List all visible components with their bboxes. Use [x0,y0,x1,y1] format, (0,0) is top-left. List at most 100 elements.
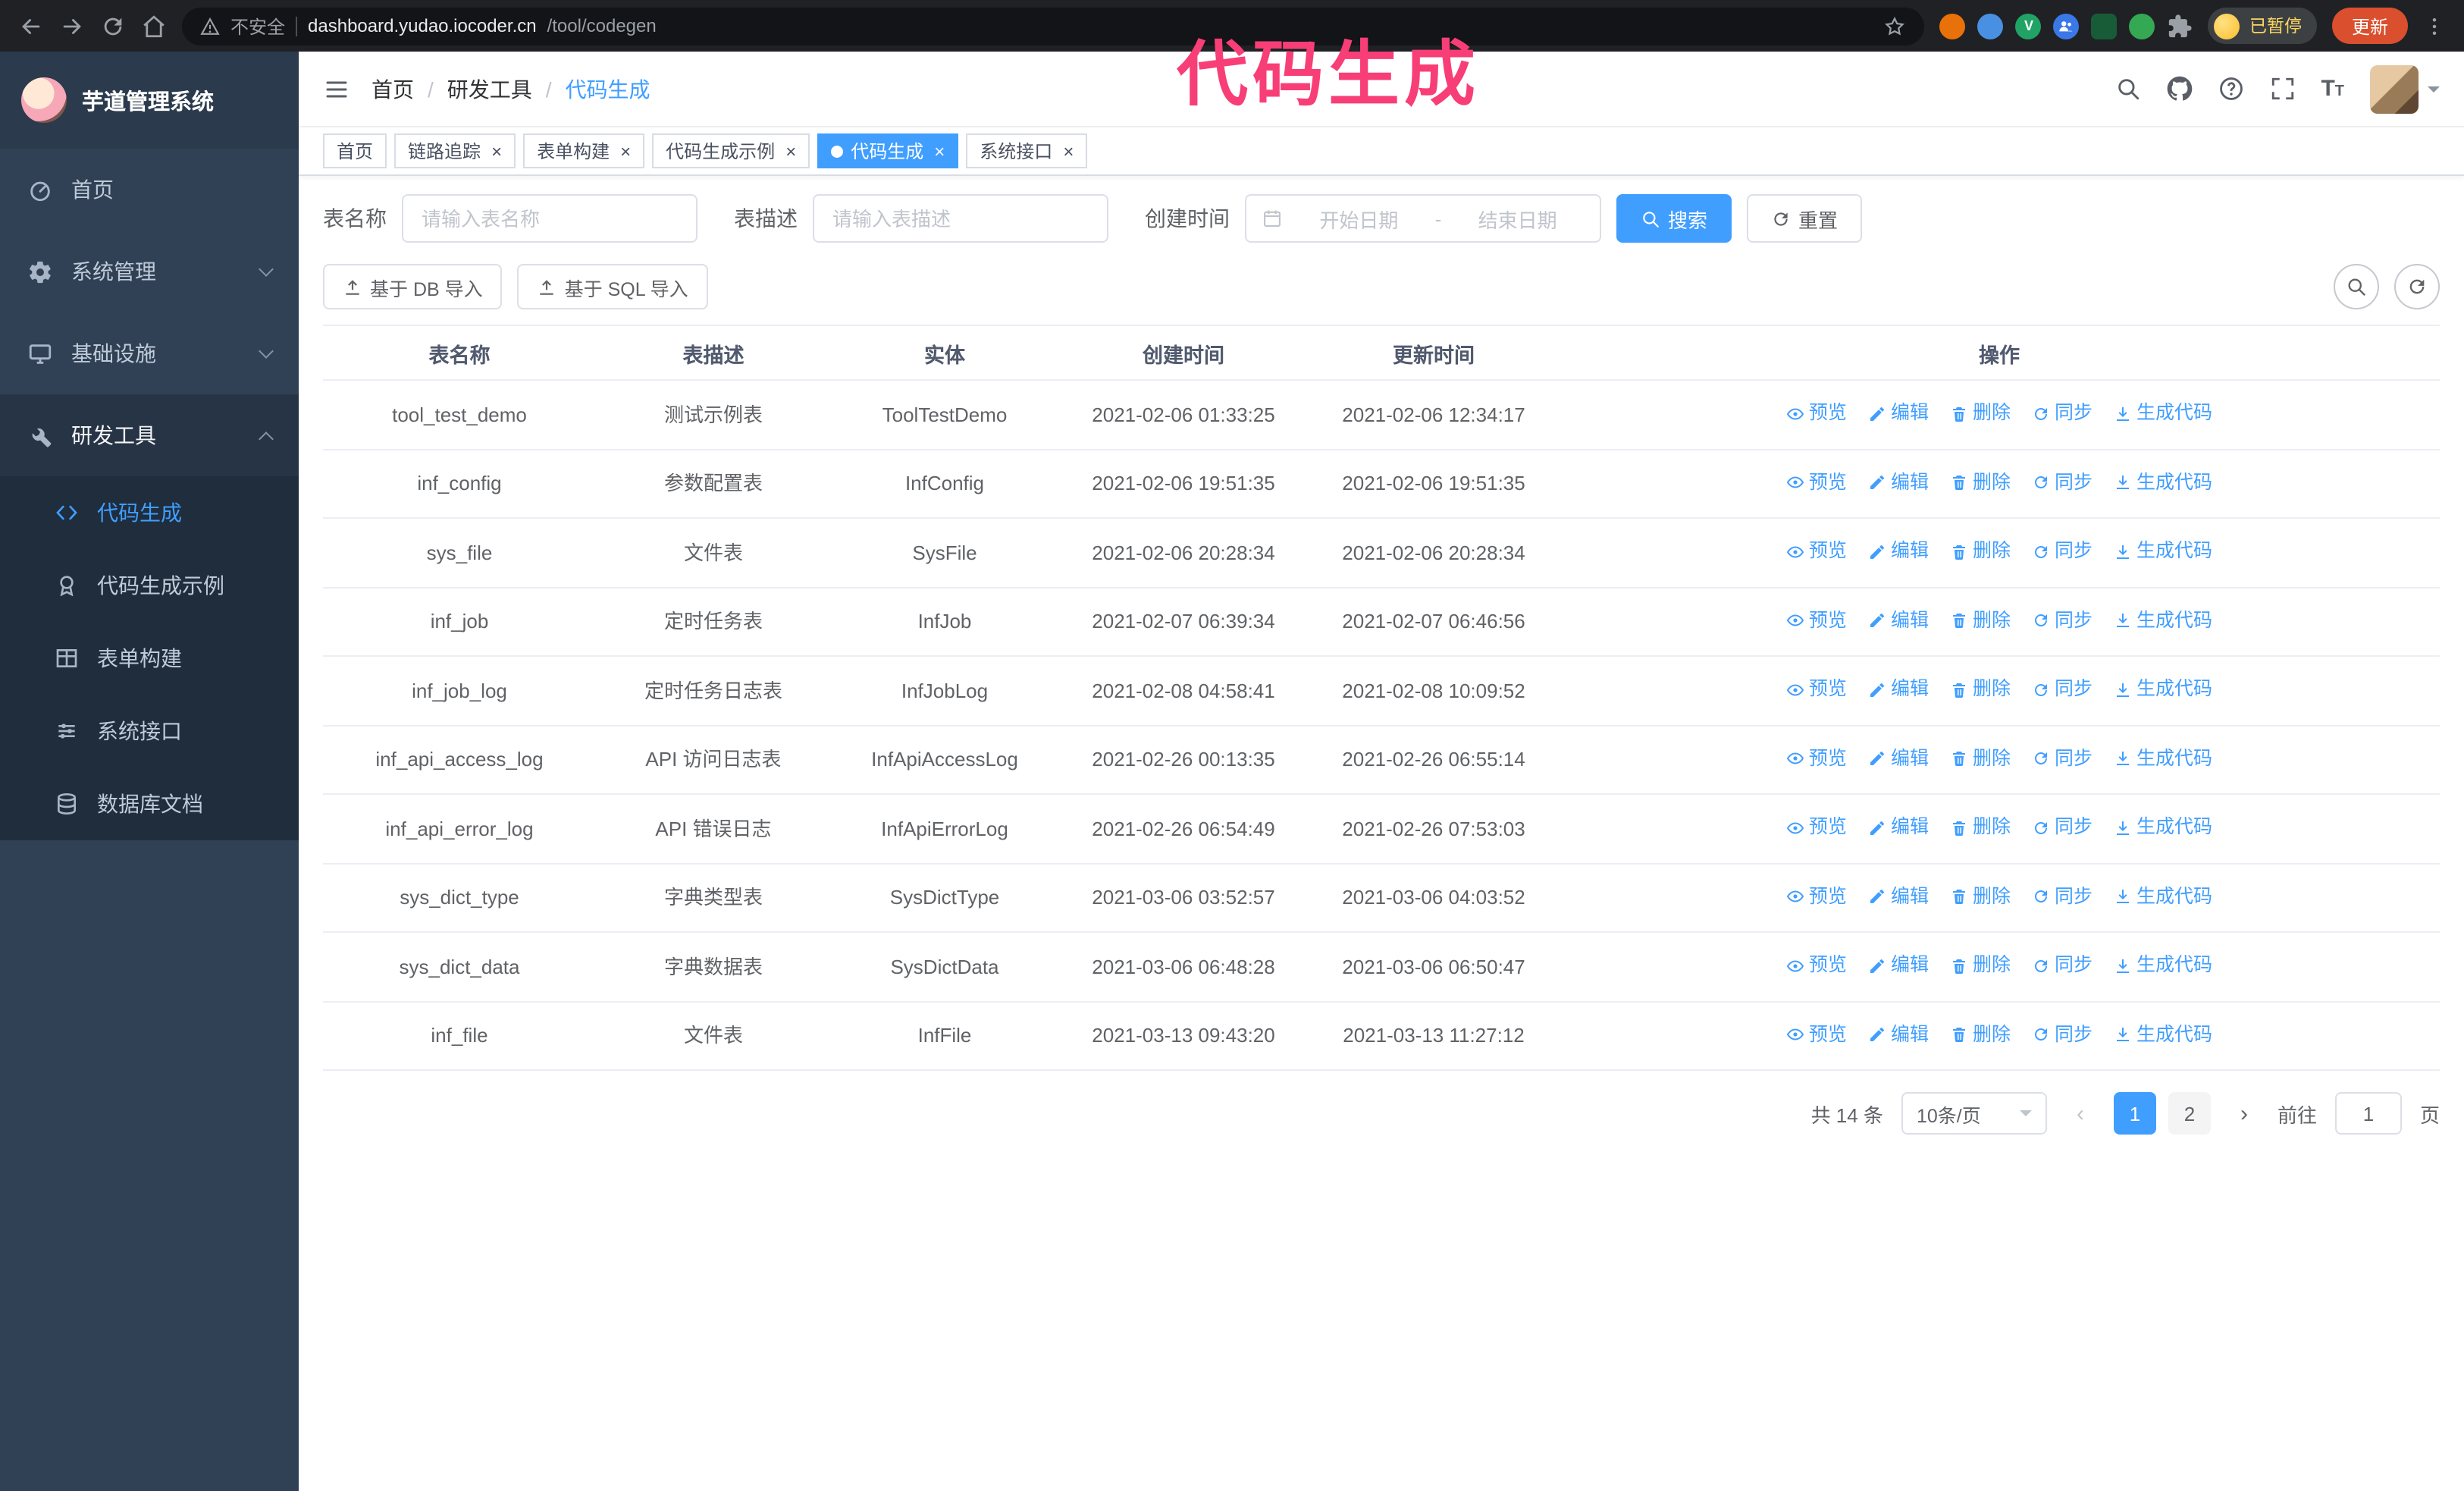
action-delete[interactable]: 删除 [1950,950,2011,981]
close-icon[interactable]: × [934,142,945,160]
extension-icon[interactable] [1939,13,1966,39]
action-generate-code[interactable]: 生成代码 [2114,673,2212,705]
action-preview[interactable]: 预览 [1786,1019,1847,1050]
page-button[interactable]: 2 [2168,1092,2211,1135]
extension-icon[interactable] [2053,13,2080,39]
sidebar-item-form-builder[interactable]: 表单构建 [0,622,299,695]
next-page-button[interactable]: › [2229,1100,2259,1126]
close-icon[interactable]: × [1063,142,1074,160]
extension-icon[interactable] [1977,13,2004,39]
action-delete[interactable]: 删除 [1950,604,2011,636]
action-edit[interactable]: 编辑 [1868,742,1929,774]
action-delete[interactable]: 删除 [1950,466,2011,498]
action-preview[interactable]: 预览 [1786,742,1847,774]
app-logo[interactable]: 芋道管理系统 [0,52,299,149]
profile-paused-chip[interactable]: 已暂停 [2208,8,2317,44]
action-edit[interactable]: 编辑 [1868,950,1929,981]
sidebar-item-api[interactable]: 系统接口 [0,695,299,767]
toggle-search-button[interactable] [2334,264,2379,309]
fullscreen-icon[interactable] [2269,76,2295,102]
sidebar-item-system[interactable]: 系统管理 [0,231,299,312]
close-icon[interactable]: × [785,142,796,160]
action-sync[interactable]: 同步 [2032,742,2093,774]
action-preview[interactable]: 预览 [1786,673,1847,705]
help-icon[interactable] [2218,76,2243,102]
tab[interactable]: 链路追踪 × [394,133,516,168]
prev-page-button[interactable]: ‹ [2065,1100,2096,1126]
action-generate-code[interactable]: 生成代码 [2114,1019,2212,1050]
page-button[interactable]: 1 [2113,1092,2156,1135]
tab[interactable]: 代码生成示例 × [652,133,810,168]
breadcrumb-item[interactable]: 首页 [371,74,414,104]
tab[interactable]: 系统接口 × [966,133,1088,168]
page-size-select[interactable]: 10条/页 [1901,1092,2047,1135]
action-delete[interactable]: 删除 [1950,673,2011,705]
action-sync[interactable]: 同步 [2032,880,2093,912]
action-sync[interactable]: 同步 [2032,811,2093,843]
action-edit[interactable]: 编辑 [1868,880,1929,912]
forward-icon[interactable] [59,13,85,39]
action-edit[interactable]: 编辑 [1868,535,1929,567]
sidebar-item-db-doc[interactable]: 数据库文档 [0,767,299,840]
tab[interactable]: 代码生成 × [817,133,959,168]
refresh-table-button[interactable] [2394,264,2440,309]
action-sync[interactable]: 同步 [2032,397,2093,429]
action-delete[interactable]: 删除 [1950,811,2011,843]
sidebar-item-codegen[interactable]: 代码生成 [0,476,299,549]
action-delete[interactable]: 删除 [1950,1019,2011,1050]
extension-icon[interactable]: V [2015,13,2042,39]
search-button[interactable]: 搜索 [1616,194,1732,243]
action-preview[interactable]: 预览 [1786,880,1847,912]
action-preview[interactable]: 预览 [1786,466,1847,498]
browser-menu-icon[interactable] [2423,13,2446,39]
breadcrumb-item[interactable]: 研发工具 [447,74,532,104]
extensions-puzzle-icon[interactable] [2168,13,2193,39]
action-edit[interactable]: 编辑 [1868,397,1929,429]
tab[interactable]: 表单构建 × [523,133,645,168]
back-icon[interactable] [18,13,44,39]
action-generate-code[interactable]: 生成代码 [2114,880,2212,912]
font-size-icon[interactable]: TT [2321,76,2344,102]
tab[interactable]: 首页 [323,133,387,168]
action-generate-code[interactable]: 生成代码 [2114,604,2212,636]
sidebar-toggle-icon[interactable] [323,75,350,102]
action-generate-code[interactable]: 生成代码 [2114,950,2212,981]
action-generate-code[interactable]: 生成代码 [2114,466,2212,498]
user-menu[interactable] [2370,64,2440,113]
sidebar-item-home[interactable]: 首页 [0,149,299,231]
action-delete[interactable]: 删除 [1950,880,2011,912]
reset-button[interactable]: 重置 [1747,194,1863,243]
extension-icon[interactable] [2091,13,2118,39]
import-sql-button[interactable]: 基于 SQL 导入 [517,264,708,309]
action-delete[interactable]: 删除 [1950,535,2011,567]
close-icon[interactable]: × [620,142,631,160]
date-range-picker[interactable]: 开始日期 - 结束日期 [1245,194,1601,243]
close-icon[interactable]: × [491,142,502,160]
sidebar-item-codegen-demo[interactable]: 代码生成示例 [0,549,299,622]
action-generate-code[interactable]: 生成代码 [2114,742,2212,774]
action-generate-code[interactable]: 生成代码 [2114,811,2212,843]
action-edit[interactable]: 编辑 [1868,673,1929,705]
action-edit[interactable]: 编辑 [1868,1019,1929,1050]
action-sync[interactable]: 同步 [2032,950,2093,981]
chrome-update-button[interactable]: 更新 [2331,8,2408,44]
action-sync[interactable]: 同步 [2032,1019,2093,1050]
action-delete[interactable]: 删除 [1950,397,2011,429]
action-preview[interactable]: 预览 [1786,397,1847,429]
action-edit[interactable]: 编辑 [1868,466,1929,498]
action-edit[interactable]: 编辑 [1868,604,1929,636]
action-preview[interactable]: 预览 [1786,950,1847,981]
extension-icon[interactable] [2129,13,2155,39]
action-generate-code[interactable]: 生成代码 [2114,397,2212,429]
action-preview[interactable]: 预览 [1786,535,1847,567]
sidebar-item-devtools[interactable]: 研发工具 [0,394,299,476]
action-sync[interactable]: 同步 [2032,535,2093,567]
action-delete[interactable]: 删除 [1950,742,2011,774]
home-icon[interactable] [141,13,167,39]
bookmark-star-icon[interactable] [1884,14,1907,37]
sidebar-item-infra[interactable]: 基础设施 [0,312,299,394]
table-desc-input[interactable] [813,194,1108,243]
action-sync[interactable]: 同步 [2032,604,2093,636]
action-preview[interactable]: 预览 [1786,604,1847,636]
address-bar[interactable]: 不安全 dashboard.yudao.iocoder.cn /tool/cod… [182,7,1925,45]
